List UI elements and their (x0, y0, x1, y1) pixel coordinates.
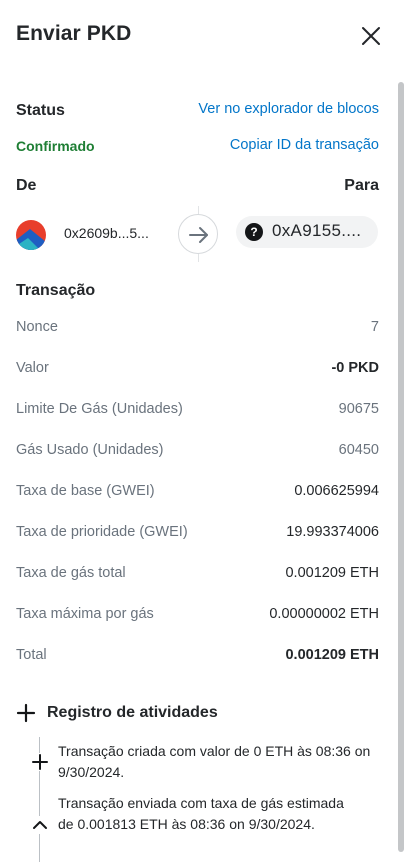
gas-used-value: 60450 (338, 442, 379, 458)
activity-entry-created: Transação criada com valor de 0 ETH às 0… (58, 743, 371, 780)
page-title: Enviar PKD (16, 22, 132, 45)
unknown-account-icon: ? (245, 223, 263, 241)
from-avatar (16, 220, 46, 250)
value-amount: -0 PKD (331, 360, 379, 376)
priority-fee-label: Taxa de prioridade (GWEI) (16, 524, 188, 540)
status-label: Status (16, 102, 65, 119)
to-label: Para (344, 177, 379, 194)
scrollbar-thumb[interactable] (398, 82, 404, 852)
priority-fee-value: 19.993374006 (286, 524, 379, 540)
transaction-title: Transação (16, 282, 96, 299)
plus-icon (32, 754, 48, 770)
gas-limit-value: 90675 (338, 401, 379, 417)
total-gas-fee-label: Taxa de gás total (16, 565, 126, 581)
max-fee-per-gas-label: Taxa máxima por gás (16, 606, 154, 622)
total-value: 0.001209 ETH (285, 647, 379, 663)
gas-limit-label: Limite De Gás (Unidades) (16, 401, 183, 417)
copy-tx-id-link[interactable]: Copiar ID da transação (230, 137, 379, 153)
modal-header: Enviar PKD (0, 0, 405, 70)
activity-log-title[interactable]: Registro de atividades (47, 704, 218, 722)
total-gas-fee-value: 0.001209 ETH (285, 565, 379, 581)
from-label: De (16, 177, 37, 194)
gas-used-label: Gás Usado (Unidades) (16, 442, 164, 458)
activity-entry-submitted: Transação enviada com taxa de gás estima… (58, 795, 344, 832)
arrow-right-icon (189, 227, 208, 243)
activity-expand-button[interactable] (16, 703, 36, 723)
max-fee-per-gas-value: 0.00000002 ETH (269, 606, 379, 622)
total-label: Total (16, 647, 47, 663)
from-address[interactable]: 0x2609b...5... (64, 225, 149, 241)
activity-entry-submitted-icon (31, 816, 49, 834)
to-address[interactable]: 0xA9155.... (272, 221, 361, 241)
base-fee-value: 0.006625994 (294, 483, 379, 499)
nonce-label: Nonce (16, 319, 58, 335)
status-badge: Confirmado (16, 138, 95, 154)
view-explorer-link[interactable]: Ver no explorador de blocos (198, 101, 379, 117)
nonce-value: 7 (370, 319, 379, 335)
direction-indicator (178, 214, 218, 254)
base-fee-label: Taxa de base (GWEI) (16, 483, 155, 499)
activity-entry-created-icon (31, 753, 49, 771)
chevron-up-icon (33, 821, 47, 829)
plus-icon (16, 703, 36, 723)
close-button[interactable] (358, 23, 384, 49)
value-label: Valor (16, 360, 49, 376)
close-icon (362, 27, 380, 45)
